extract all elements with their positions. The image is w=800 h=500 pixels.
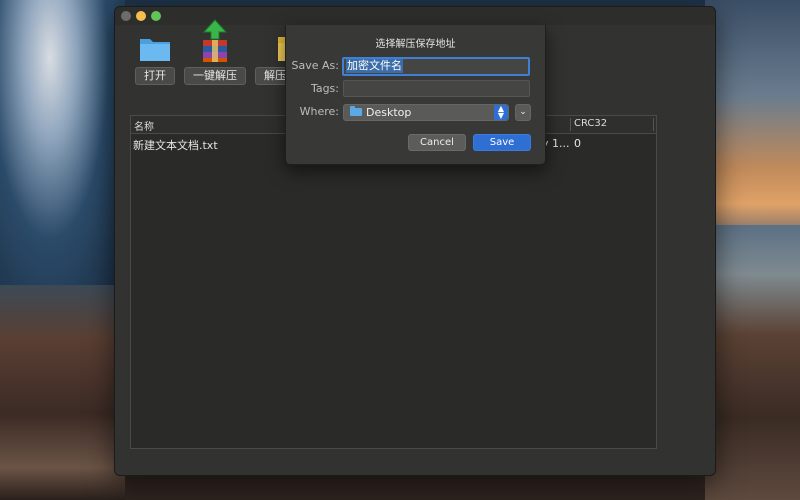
save-button[interactable]: Save	[473, 134, 531, 151]
open-tool[interactable]: 打开	[135, 33, 175, 85]
file-crc32-cell: 0	[574, 137, 581, 150]
column-separator	[570, 118, 571, 131]
save-dialog: 选择解压保存地址 Save As: 加密文件名 Tags: Where: Des…	[285, 25, 546, 165]
stepper-icon: ▲ ▼	[494, 105, 508, 120]
tags-input[interactable]	[343, 80, 530, 97]
folder-icon	[140, 39, 170, 61]
wallpaper-land-left	[0, 285, 125, 500]
chevron-down-icon: ⌄	[519, 107, 527, 117]
save-as-input[interactable]: 加密文件名	[342, 57, 530, 76]
close-window-button[interactable]	[121, 11, 131, 21]
expand-dialog-button[interactable]: ⌄	[515, 104, 531, 121]
tags-label: Tags:	[310, 82, 339, 95]
column-separator	[653, 118, 654, 131]
extract-button[interactable]: 一键解压	[184, 67, 246, 85]
where-value: Desktop	[366, 106, 412, 119]
extract-tool[interactable]: 一键解压	[184, 19, 246, 85]
wallpaper-sky-right	[705, 0, 800, 240]
zoom-window-button[interactable]	[151, 11, 161, 21]
where-label: Where:	[299, 105, 339, 118]
column-header-crc32[interactable]: CRC32	[574, 118, 607, 129]
file-list-table[interactable]: 名称 CRC32 新建文本文档.txt y 1... 0	[130, 115, 657, 449]
folder-icon	[350, 106, 362, 116]
where-select[interactable]: Desktop ▲ ▼	[343, 104, 509, 121]
open-button[interactable]: 打开	[135, 67, 175, 85]
wallpaper-sky-left	[0, 0, 125, 290]
save-as-label: Save As:	[291, 59, 339, 72]
cancel-button[interactable]: Cancel	[408, 134, 466, 151]
books-extract-icon	[202, 19, 228, 62]
dialog-title: 选择解压保存地址	[375, 39, 456, 50]
minimize-window-button[interactable]	[136, 11, 146, 21]
save-as-value: 加密文件名	[346, 59, 403, 73]
file-modified-cell: y 1...	[542, 137, 570, 150]
file-name-cell: 新建文本文档.txt	[133, 139, 218, 152]
wallpaper-land-right	[705, 225, 800, 500]
column-header-name[interactable]: 名称	[134, 118, 154, 133]
